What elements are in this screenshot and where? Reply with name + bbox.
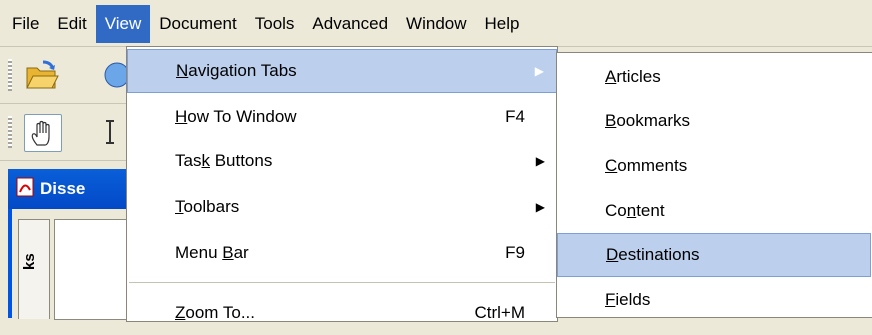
label-post: Buttons (209, 151, 273, 170)
open-folder-icon[interactable] (24, 57, 60, 93)
document-body: ks (12, 209, 130, 320)
label-accesskey: B (605, 111, 617, 130)
file-toolbar (0, 47, 129, 104)
label-accesskey: C (605, 156, 618, 175)
hand-tool-icon[interactable] (24, 114, 62, 152)
label-accesskey: B (222, 243, 234, 262)
menu-edit[interactable]: Edit (48, 5, 95, 43)
bookmarks-nav-tab[interactable]: ks (18, 219, 50, 319)
menu-item-zoom-to[interactable]: Zoom To... Ctrl+M (127, 291, 557, 335)
label-post: ow To Window (187, 107, 297, 126)
menu-tools[interactable]: Tools (246, 5, 304, 43)
submenu-arrow-icon: ▶ (535, 154, 545, 168)
label-post: ar (233, 243, 249, 262)
select-text-icon[interactable] (92, 114, 128, 150)
label-accesskey: n (626, 201, 637, 220)
submenu-item-articles[interactable]: Articles (557, 55, 871, 99)
menu-item-task-buttons[interactable]: Task Buttons ▶ (127, 139, 557, 183)
label-accesskey: H (175, 107, 188, 126)
menu-advanced[interactable]: Advanced (303, 5, 397, 43)
menu-document[interactable]: Document (150, 5, 245, 43)
label-post: avigation Tabs (188, 61, 297, 80)
document-window: Disse ks (8, 169, 130, 320)
label-post: ookmarks (616, 111, 691, 130)
document-title: Disse (40, 179, 86, 198)
submenu-item-bookmarks[interactable]: Bookmarks (557, 99, 871, 143)
label-post: oom To... (185, 303, 256, 322)
menu-item-toolbars[interactable]: Toolbars ▶ (127, 185, 557, 229)
shortcut-label: F4 (505, 107, 525, 126)
submenu-arrow-icon: ▶ (534, 64, 544, 78)
menu-item-how-to-window[interactable]: How To Window F4 (127, 95, 557, 139)
toolbar-area: Disse ks (0, 47, 130, 320)
label-post: omments (617, 156, 688, 175)
menu-bar: File Edit View Document Tools Advanced W… (0, 0, 872, 47)
submenu-item-comments[interactable]: Comments (557, 144, 871, 188)
pdf-icon (16, 177, 34, 202)
document-page (54, 219, 130, 320)
menu-item-navigation-tabs[interactable]: Navigation Tabs ▶ (127, 49, 557, 93)
nav-tab-label: ks (21, 253, 38, 270)
label-accesskey: N (176, 61, 189, 80)
document-title-bar[interactable]: Disse (8, 169, 128, 209)
label-pre: Menu (175, 243, 223, 262)
menu-window[interactable]: Window (397, 5, 475, 43)
label-pre: Co (605, 201, 627, 220)
label-post: estinations (618, 245, 700, 264)
view-menu: Navigation Tabs ▶ How To Window F4 Task … (126, 46, 558, 322)
submenu-item-fields[interactable]: Fields (557, 278, 871, 322)
tools-toolbar (0, 104, 128, 161)
label-post: ields (615, 290, 651, 309)
toolbar-grip[interactable] (8, 59, 12, 91)
menu-item-menu-bar[interactable]: Menu Bar F9 (127, 231, 557, 275)
label-accesskey: A (605, 67, 617, 86)
shortcut-label: Ctrl+M (474, 303, 525, 322)
menu-file[interactable]: File (0, 5, 48, 43)
label-accesskey: D (606, 245, 619, 264)
label-post: tent (636, 201, 665, 220)
label-accesskey: Z (175, 303, 186, 322)
submenu-item-content[interactable]: Content (557, 189, 871, 233)
label-pre: Tas (175, 151, 202, 170)
shortcut-label: F9 (505, 243, 525, 262)
menu-view[interactable]: View (95, 5, 151, 43)
label-accesskey: T (175, 197, 184, 216)
menu-separator (129, 282, 555, 283)
label-post: oolbars (183, 197, 240, 216)
label-accesskey: F (605, 290, 616, 309)
submenu-arrow-icon: ▶ (535, 200, 545, 214)
navigation-tabs-submenu: Articles Bookmarks Comments Content Dest… (556, 52, 872, 318)
menu-help[interactable]: Help (476, 5, 529, 43)
label-post: rticles (616, 67, 661, 86)
submenu-item-destinations[interactable]: Destinations (557, 233, 871, 277)
toolbar-grip[interactable] (8, 116, 12, 148)
label-accesskey: k (201, 151, 210, 170)
